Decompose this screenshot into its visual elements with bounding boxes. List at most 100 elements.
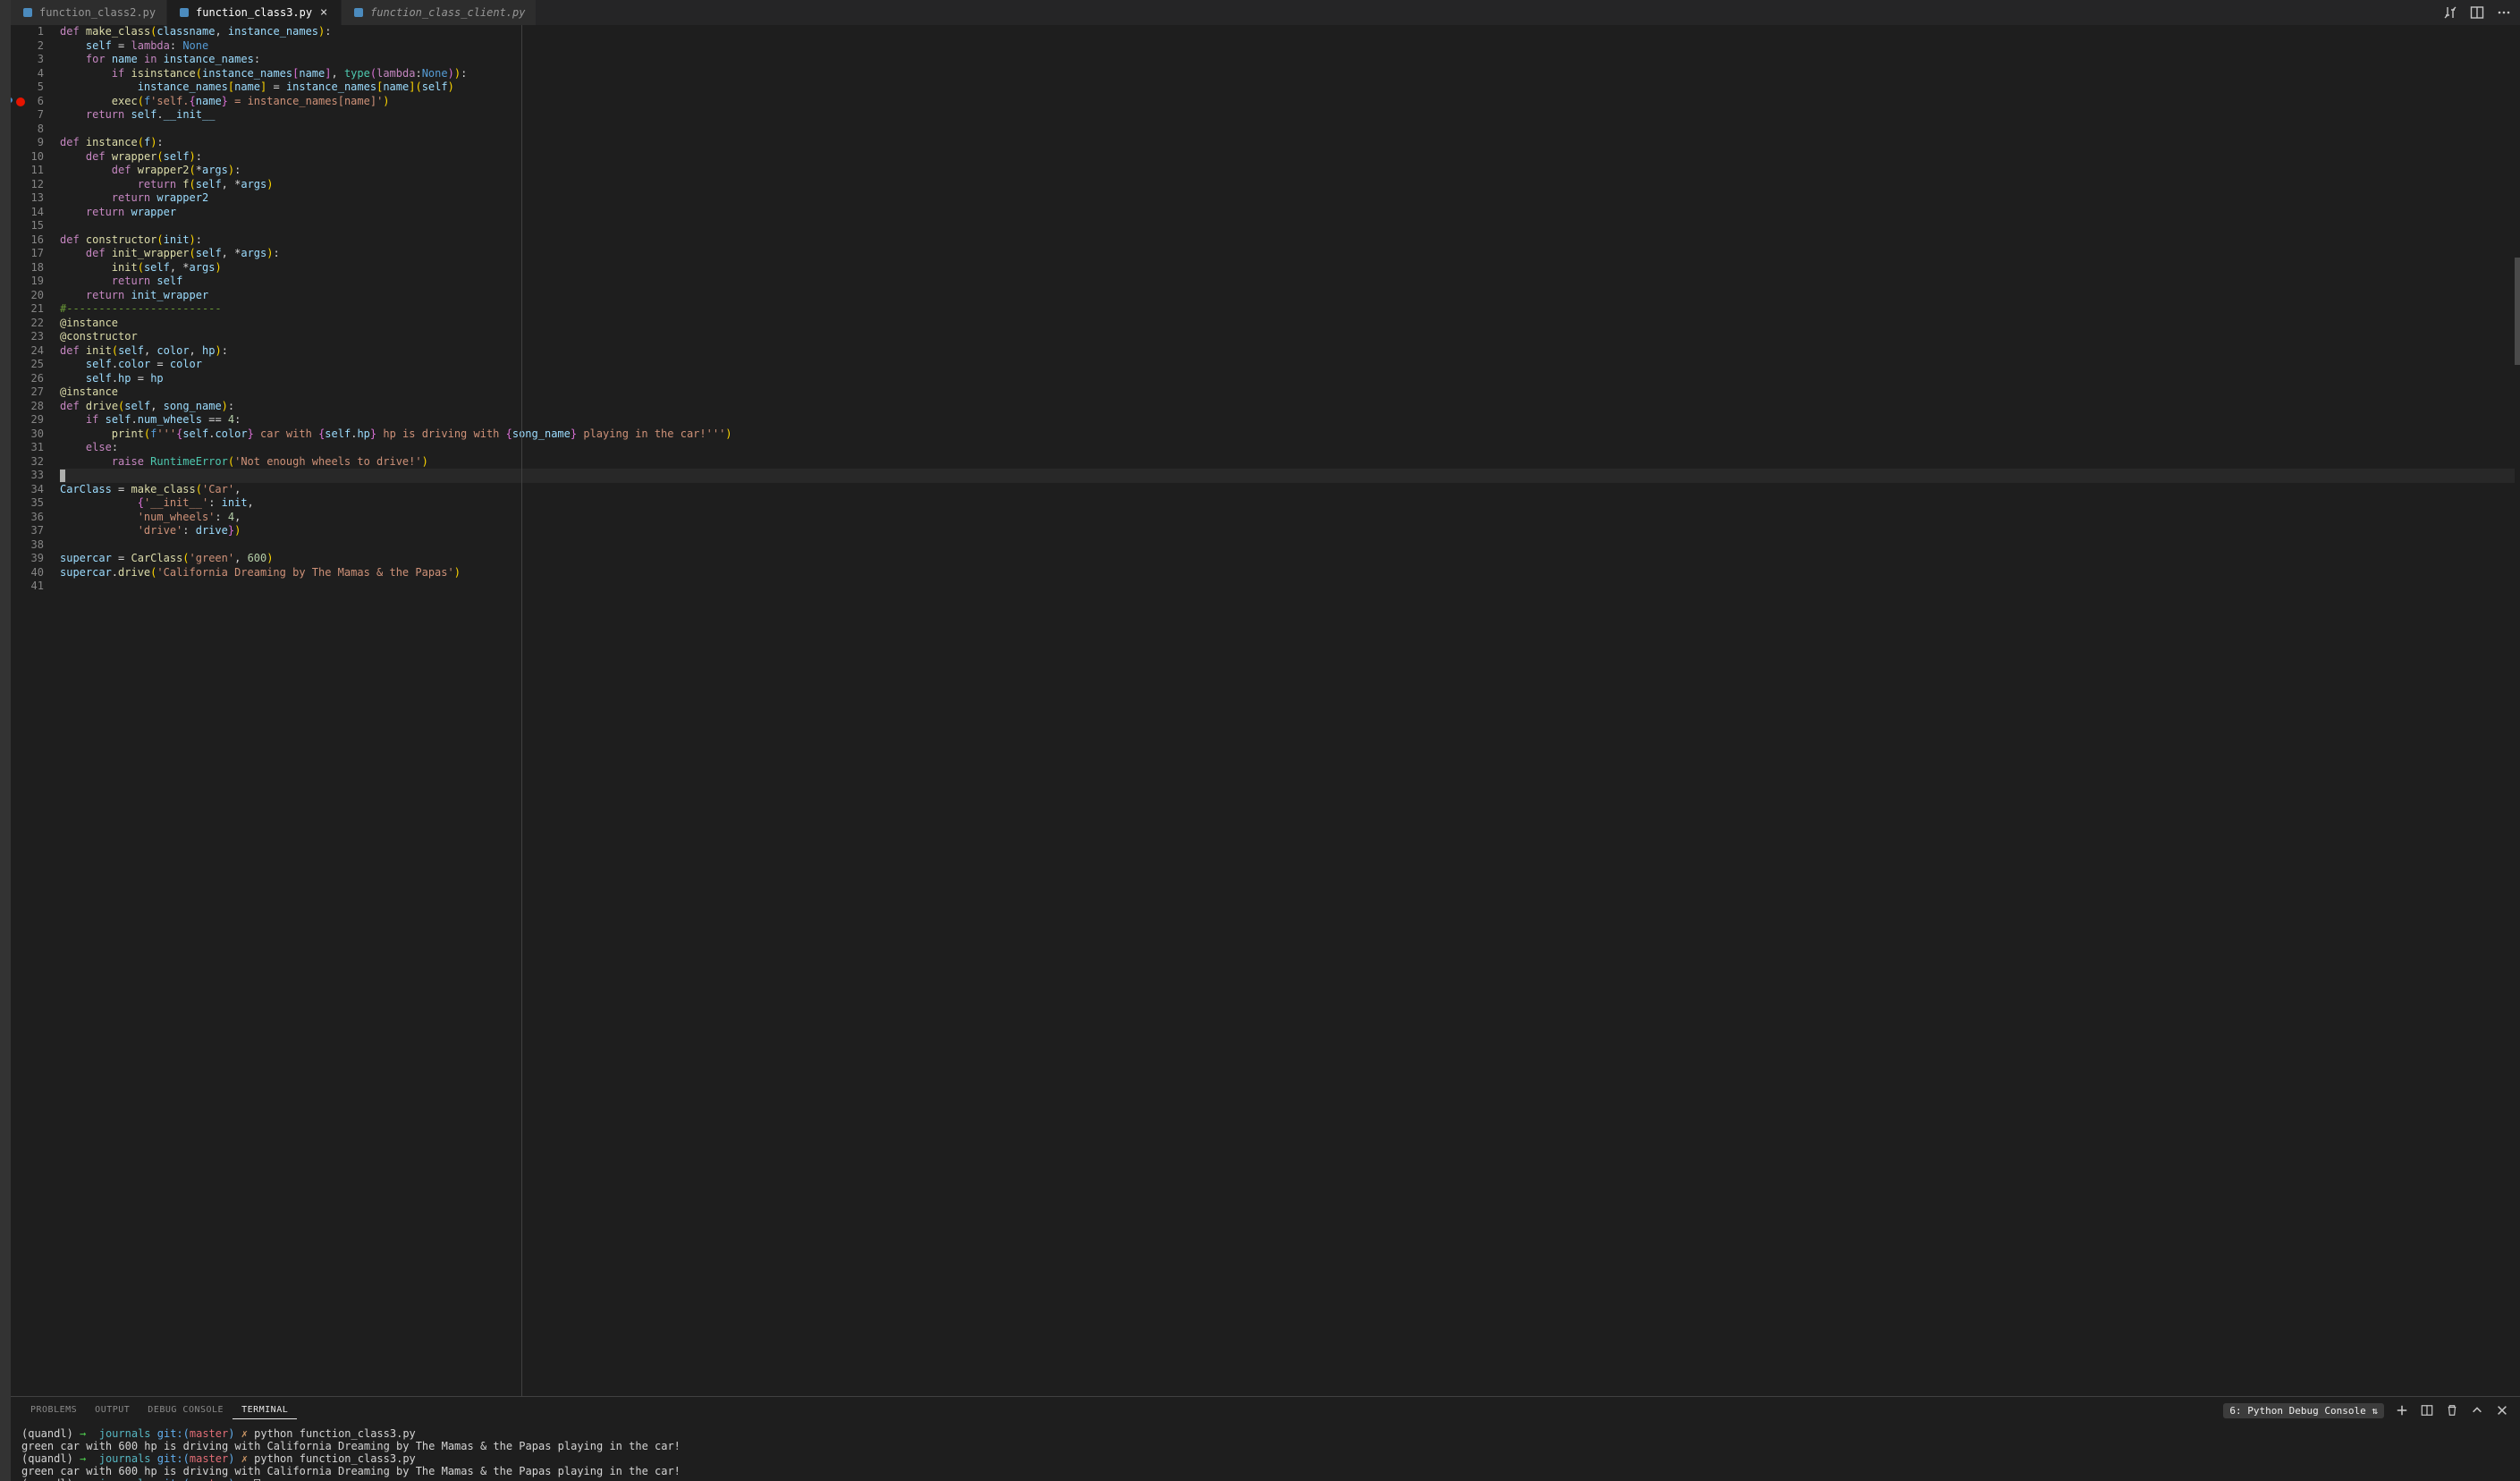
line-number: 21: [11, 302, 44, 317]
terminal-line: green car with 600 hp is driving with Ca…: [21, 1440, 2509, 1452]
line-number: 41: [11, 580, 44, 594]
code-line[interactable]: 'num_wheels': 4,: [60, 511, 2515, 525]
panel-tab-terminal[interactable]: TERMINAL: [233, 1401, 297, 1419]
line-number: 35: [11, 496, 44, 511]
panel-tab-output[interactable]: OUTPUT: [86, 1401, 139, 1419]
code-line[interactable]: def make_class(classname, instance_names…: [60, 25, 2515, 39]
code-line[interactable]: return f(self, *args): [60, 178, 2515, 192]
code-line[interactable]: return self: [60, 275, 2515, 289]
close-panel-icon[interactable]: [2495, 1403, 2509, 1418]
line-number: 13: [11, 191, 44, 206]
split-editor-icon[interactable]: [2470, 5, 2484, 20]
line-number: 26: [11, 372, 44, 386]
code-line[interactable]: @constructor: [60, 330, 2515, 344]
code-line[interactable]: self.color = color: [60, 358, 2515, 372]
line-number: 22: [11, 317, 44, 331]
line-number: 12: [11, 178, 44, 192]
editor-area[interactable]: 1234567891011121314151617181920212223242…: [11, 25, 2520, 1396]
line-number: 28: [11, 400, 44, 414]
compare-changes-icon[interactable]: [2443, 5, 2457, 20]
tab-function_class3-py[interactable]: function_class3.py ×: [167, 0, 342, 25]
code-line[interactable]: ​: [60, 469, 2515, 483]
code-line[interactable]: def constructor(init):: [60, 233, 2515, 248]
code-line[interactable]: ​: [60, 123, 2515, 137]
close-tab-icon[interactable]: ×: [317, 6, 330, 19]
line-number: 8: [11, 123, 44, 137]
tab-label: function_class_client.py: [370, 6, 525, 19]
python-file-icon: [21, 6, 34, 19]
line-number: 6: [11, 95, 44, 109]
code-line[interactable]: exec(f'self.{name} = instance_names[name…: [60, 95, 2515, 109]
line-number: 10: [11, 150, 44, 165]
code-line[interactable]: def instance(f):: [60, 136, 2515, 150]
code-line[interactable]: def init(self, color, hp):: [60, 344, 2515, 359]
more-actions-icon[interactable]: [2497, 5, 2511, 20]
code-line[interactable]: @instance: [60, 317, 2515, 331]
code-line[interactable]: {'__init__': init,: [60, 496, 2515, 511]
panel-tab-problems[interactable]: PROBLEMS: [21, 1401, 86, 1419]
code-line[interactable]: init(self, *args): [60, 261, 2515, 275]
line-number: 2: [11, 39, 44, 54]
line-number: 24: [11, 344, 44, 359]
code-line[interactable]: def drive(self, song_name):: [60, 400, 2515, 414]
code-line[interactable]: self.hp = hp: [60, 372, 2515, 386]
line-number: 17: [11, 247, 44, 261]
code-line[interactable]: #------------------------: [60, 302, 2515, 317]
line-number: 39: [11, 552, 44, 566]
code-line[interactable]: return wrapper: [60, 206, 2515, 220]
code-line[interactable]: return wrapper2: [60, 191, 2515, 206]
line-number: 29: [11, 413, 44, 427]
tab-label: function_class2.py: [39, 6, 156, 19]
line-number: 1: [11, 25, 44, 39]
code-line[interactable]: ​: [60, 219, 2515, 233]
kill-terminal-icon[interactable]: [2445, 1403, 2459, 1418]
line-number: 3: [11, 53, 44, 67]
code-line[interactable]: self = lambda: None: [60, 39, 2515, 54]
panel-tab-debug-console[interactable]: DEBUG CONSOLE: [139, 1401, 233, 1419]
code-line[interactable]: if self.num_wheels == 4:: [60, 413, 2515, 427]
tab-bar: function_class2.pyfunction_class3.py×fun…: [11, 0, 2520, 25]
code-line[interactable]: supercar.drive('California Dreaming by T…: [60, 566, 2515, 580]
line-number: 34: [11, 483, 44, 497]
line-number: 14: [11, 206, 44, 220]
code-line[interactable]: def wrapper2(*args):: [60, 164, 2515, 178]
maximize-panel-icon[interactable]: [2470, 1403, 2484, 1418]
code-line[interactable]: ​: [60, 538, 2515, 553]
line-number: 38: [11, 538, 44, 553]
code-line[interactable]: supercar = CarClass('green', 600): [60, 552, 2515, 566]
line-number: 19: [11, 275, 44, 289]
scrollbar[interactable]: [2515, 25, 2520, 1396]
code-line[interactable]: CarClass = make_class('Car',: [60, 483, 2515, 497]
code-line[interactable]: ​: [60, 580, 2515, 594]
scrollbar-thumb[interactable]: [2515, 258, 2520, 365]
line-number: 27: [11, 385, 44, 400]
code-line[interactable]: 'drive': drive}): [60, 524, 2515, 538]
tab-label: function_class3.py: [196, 6, 312, 19]
new-terminal-icon[interactable]: [2395, 1403, 2409, 1418]
code-line[interactable]: return init_wrapper: [60, 289, 2515, 303]
bottom-panel: PROBLEMSOUTPUTDEBUG CONSOLETERMINAL 6: P…: [11, 1396, 2520, 1481]
terminal-content[interactable]: (quandl) → journals git:(master) ✗ pytho…: [11, 1424, 2520, 1481]
code-line[interactable]: else:: [60, 441, 2515, 455]
code-line[interactable]: @instance: [60, 385, 2515, 400]
code-line[interactable]: instance_names[name] = instance_names[na…: [60, 80, 2515, 95]
line-number: 18: [11, 261, 44, 275]
tab-function_class_client-py[interactable]: function_class_client.py: [342, 0, 537, 25]
line-number: 36: [11, 511, 44, 525]
line-number: 15: [11, 219, 44, 233]
split-terminal-icon[interactable]: [2420, 1403, 2434, 1418]
code-line[interactable]: def wrapper(self):: [60, 150, 2515, 165]
code-line[interactable]: def init_wrapper(self, *args):: [60, 247, 2515, 261]
editor-actions: [2434, 0, 2520, 25]
line-number: 11: [11, 164, 44, 178]
main-container: function_class2.pyfunction_class3.py×fun…: [11, 0, 2520, 1481]
code-line[interactable]: return self.__init__: [60, 108, 2515, 123]
terminal-line: (quandl) → journals git:(master) ✗ pytho…: [21, 1427, 2509, 1440]
code-line[interactable]: if isinstance(instance_names[name], type…: [60, 67, 2515, 81]
tab-function_class2-py[interactable]: function_class2.py: [11, 0, 167, 25]
code-line[interactable]: print(f'''{self.color} car with {self.hp…: [60, 427, 2515, 442]
code-content[interactable]: def make_class(classname, instance_names…: [60, 25, 2515, 1396]
code-line[interactable]: for name in instance_names:: [60, 53, 2515, 67]
terminal-selector[interactable]: 6: Python Debug Console ⇅: [2223, 1403, 2384, 1418]
code-line[interactable]: raise RuntimeError('Not enough wheels to…: [60, 455, 2515, 470]
